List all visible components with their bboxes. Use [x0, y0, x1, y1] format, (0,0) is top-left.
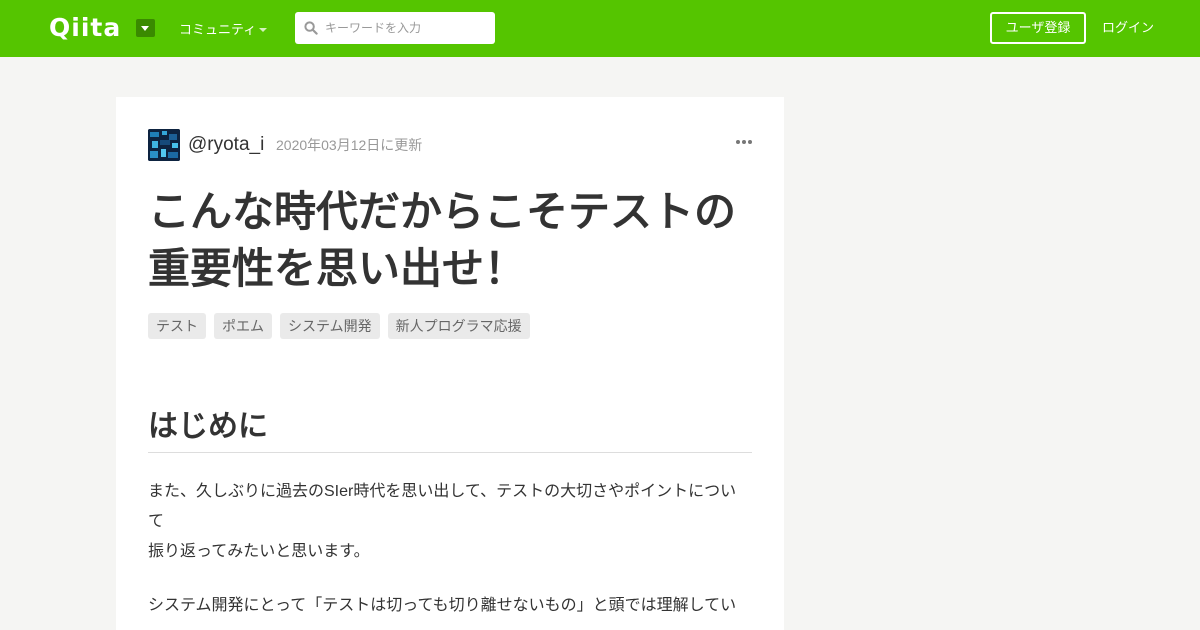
body-paragraph: システム開発にとって「テストは切っても切り離せないもの」と頭では理解してい: [148, 591, 752, 621]
tag-list: テスト ポエム システム開発 新人プログラマ応援: [148, 313, 538, 339]
article-card: @ryota_i 2020年03月12日に更新 こんな時代だからこそテストの 重…: [116, 97, 784, 630]
community-menu-label[interactable]: コミュニティ: [179, 21, 256, 39]
tag-item[interactable]: テスト: [148, 313, 206, 339]
body-line: 振り返ってみたいと思います。: [148, 543, 370, 560]
body-line: システム開発にとって「テストは切っても切り離せないもの」と頭では理解してい: [148, 597, 737, 614]
section-heading: はじめに: [148, 404, 752, 453]
author-name[interactable]: @ryota_i: [188, 133, 264, 157]
body-line: て: [148, 513, 165, 530]
chevron-down-icon[interactable]: [259, 28, 267, 32]
body-paragraph: また、久しぶりに過去のSIer時代を思い出して、テストの大切さやポイントについ …: [148, 477, 752, 567]
avatar-image: [148, 129, 180, 161]
search-box[interactable]: [295, 12, 495, 44]
site-header: Qiita コミュニティ ユーザ登録 ログイン: [0, 0, 1200, 57]
qiita-logo[interactable]: Qiita: [49, 13, 121, 43]
article-title: こんな時代だからこそテストの 重要性を思い出せ！: [148, 183, 748, 297]
avatar[interactable]: [148, 129, 180, 161]
updated-date: 2020年03月12日に更新: [276, 137, 423, 153]
tag-item[interactable]: システム開発: [280, 313, 380, 339]
body-line: また、久しぶりに過去のSIer時代を思い出して、テストの大切さやポイントについ: [148, 483, 737, 500]
login-link[interactable]: ログイン: [1102, 19, 1154, 37]
tag-item[interactable]: 新人プログラマ応援: [387, 313, 530, 339]
tag-item[interactable]: ポエム: [214, 313, 272, 339]
caret-down-icon[interactable]: [136, 19, 155, 37]
search-icon: [304, 21, 318, 35]
signup-button[interactable]: ユーザ登録: [990, 12, 1086, 44]
more-icon[interactable]: [736, 140, 752, 146]
search-input[interactable]: [325, 12, 490, 44]
article-title-line-1: こんな時代だからこそテストの: [148, 187, 737, 236]
article-title-line-2: 重要性を思い出せ！: [148, 244, 527, 293]
